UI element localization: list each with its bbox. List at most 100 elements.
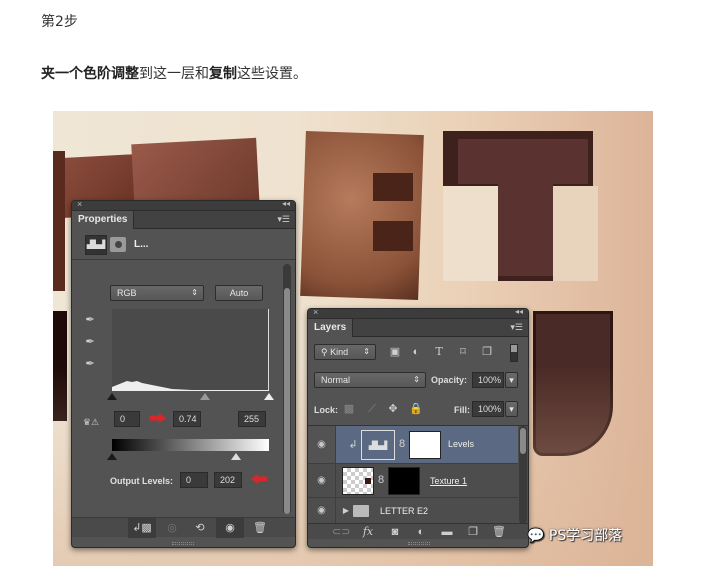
layers-list: ◉ ↲ ▟▙▟ 8 Levels ◉ 8 Texture 1 ◉ ▶ LETTE… bbox=[308, 425, 528, 524]
letter-block-1 bbox=[53, 151, 65, 291]
levels-adjust-icon[interactable]: ▟▙▟ bbox=[85, 235, 107, 255]
lock-transparent-icon[interactable]: ▩ bbox=[343, 403, 355, 415]
adjustment-header: ▟▙▟ L... bbox=[72, 230, 295, 260]
input-white-field[interactable]: 255 bbox=[238, 411, 266, 427]
filter-kind-select[interactable]: ⚲ Kind ⇕ bbox=[314, 344, 376, 360]
red-arrow-annotation bbox=[149, 413, 167, 423]
desc-text-2: 到这一层和 bbox=[139, 66, 209, 82]
lock-all-icon[interactable]: 🔒 bbox=[409, 403, 423, 415]
reset-icon[interactable]: ⟲ bbox=[186, 518, 214, 538]
layers-footer: ⊂⊃ fx ◙ ◐ ▬ ❐ 🗑 bbox=[308, 523, 528, 539]
output-white-field[interactable]: 202 bbox=[214, 472, 242, 488]
opacity-dropdown[interactable]: ▾ bbox=[505, 372, 518, 388]
panel-header: × ◂◂ bbox=[72, 199, 295, 211]
layer-name: Texture 1 bbox=[430, 476, 468, 486]
adjustment-filter-icon[interactable]: ◐ bbox=[409, 346, 423, 358]
letter-block-e bbox=[300, 130, 424, 301]
fill-field[interactable]: 100% bbox=[472, 401, 504, 417]
input-black-field[interactable]: 0 bbox=[114, 411, 140, 427]
link-layers-icon[interactable]: ⊂⊃ bbox=[332, 526, 350, 538]
opacity-field[interactable]: 100% bbox=[472, 372, 504, 388]
output-black-slider[interactable] bbox=[107, 453, 117, 460]
letter-t-gap-left bbox=[443, 186, 498, 281]
folder-icon bbox=[353, 505, 369, 517]
close-icon[interactable]: × bbox=[77, 199, 82, 209]
channel-select[interactable]: RGB ⇕ bbox=[110, 285, 204, 301]
input-white-slider[interactable] bbox=[264, 393, 274, 400]
texture-thumbnail bbox=[342, 467, 374, 495]
shape-filter-icon[interactable]: ⌑ bbox=[456, 346, 470, 358]
panel-menu-icon[interactable]: ▾☰ bbox=[277, 214, 290, 225]
watermark-text: PS学习部落 bbox=[548, 528, 623, 544]
expand-triangle-icon[interactable]: ▶ bbox=[342, 505, 350, 517]
mask-icon[interactable] bbox=[110, 237, 126, 252]
properties-scrollbar[interactable] bbox=[283, 264, 291, 514]
clipping-warning-icon[interactable]: ♛⚠ bbox=[80, 416, 102, 428]
layers-scrollbar[interactable] bbox=[519, 426, 527, 524]
input-gamma-field[interactable]: 0.74 bbox=[173, 411, 201, 427]
scroll-thumb[interactable] bbox=[520, 428, 526, 454]
delete-trash-icon[interactable]: 🗑 bbox=[246, 518, 274, 538]
resize-grip[interactable] bbox=[408, 542, 430, 545]
visibility-eye-icon[interactable]: ◉ bbox=[216, 518, 244, 538]
tab-layers[interactable]: Layers bbox=[308, 319, 354, 337]
input-black-slider[interactable] bbox=[107, 393, 117, 400]
clip-to-layer-icon[interactable]: ↲▩ bbox=[128, 518, 156, 538]
tab-properties[interactable]: Properties bbox=[72, 211, 135, 229]
delete-trash-icon[interactable]: 🗑 bbox=[492, 526, 506, 538]
pixel-filter-icon[interactable]: ▣ bbox=[388, 346, 402, 358]
link-chain-icon: 8 bbox=[377, 474, 385, 486]
close-icon[interactable]: × bbox=[313, 307, 318, 317]
layers-panel: × ◂◂ Layers ▾☰ ⚲ Kind ⇕ ▣ ◐ T ⌑ ❐ Normal ⇕… bbox=[307, 307, 529, 548]
collapse-icon[interactable]: ◂◂ bbox=[282, 199, 290, 208]
layer-row-levels[interactable]: ◉ ↲ ▟▙▟ 8 Levels bbox=[308, 426, 518, 464]
letter-e-notch1 bbox=[373, 173, 413, 201]
view-previous-icon[interactable]: ◎ bbox=[158, 518, 186, 538]
texture-spot bbox=[365, 478, 371, 484]
output-black-field[interactable]: 0 bbox=[180, 472, 208, 488]
auto-button[interactable]: Auto bbox=[215, 285, 263, 301]
visibility-eye-icon[interactable]: ◉ bbox=[308, 464, 336, 497]
type-filter-icon[interactable]: T bbox=[432, 346, 446, 358]
blend-mode-value: Normal bbox=[321, 375, 351, 385]
scroll-thumb[interactable] bbox=[284, 288, 290, 514]
blend-mode-select[interactable]: Normal ⇕ bbox=[314, 372, 426, 388]
gray-eyedropper-icon[interactable]: ✒ bbox=[83, 336, 97, 348]
output-white-slider[interactable] bbox=[231, 453, 241, 460]
layer-row-texture[interactable]: ◉ 8 Texture 1 bbox=[308, 464, 518, 498]
filter-toggle[interactable] bbox=[510, 344, 518, 362]
input-gamma-slider[interactable] bbox=[200, 393, 210, 400]
output-gradient bbox=[112, 439, 269, 451]
resize-grip[interactable] bbox=[172, 542, 194, 545]
smart-object-filter-icon[interactable]: ❐ bbox=[480, 346, 494, 358]
white-eyedropper-icon[interactable]: ✒ bbox=[83, 358, 97, 370]
updown-icon: ⇕ bbox=[191, 288, 198, 297]
new-layer-icon[interactable]: ❐ bbox=[466, 526, 480, 538]
clip-arrow-icon: ↲ bbox=[348, 439, 358, 451]
new-adjustment-icon[interactable]: ◐ bbox=[414, 526, 428, 538]
output-levels-label: Output Levels: bbox=[110, 476, 174, 486]
layer-row-letter-e2[interactable]: ◉ ▶ LETTER E2 bbox=[308, 498, 518, 524]
visibility-eye-icon[interactable]: ◉ bbox=[308, 426, 336, 463]
black-eyedropper-icon[interactable]: ✒ bbox=[83, 314, 97, 326]
lock-brush-icon[interactable]: ⟋ bbox=[366, 403, 378, 415]
step-description: 夹一个色阶调整到这一层和复制这些设置。 bbox=[41, 63, 307, 83]
collapse-icon[interactable]: ◂◂ bbox=[515, 307, 523, 316]
layers-tabbar: Layers ▾☰ bbox=[308, 319, 528, 337]
letter-e-notch2 bbox=[373, 221, 413, 251]
levels-thumbnail: ▟▙▟ bbox=[361, 430, 395, 460]
updown-icon: ⇕ bbox=[413, 375, 420, 384]
panel-menu-icon[interactable]: ▾☰ bbox=[510, 322, 523, 333]
letter-t-stem bbox=[498, 181, 553, 276]
fill-dropdown[interactable]: ▾ bbox=[505, 401, 518, 417]
filter-kind-value: Kind bbox=[330, 347, 349, 357]
visibility-eye-icon[interactable]: ◉ bbox=[308, 498, 336, 523]
fx-icon[interactable]: fx bbox=[360, 526, 376, 538]
red-arrow-annotation bbox=[250, 474, 268, 484]
add-mask-icon[interactable]: ◙ bbox=[388, 526, 402, 538]
new-group-icon[interactable]: ▬ bbox=[440, 526, 454, 538]
lock-label: Lock: bbox=[314, 405, 339, 415]
lock-move-icon[interactable]: ✥ bbox=[387, 403, 399, 415]
properties-footer: ↲▩ ◎ ⟲ ◉ 🗑 bbox=[72, 517, 295, 538]
link-chain-icon: 8 bbox=[398, 438, 406, 450]
